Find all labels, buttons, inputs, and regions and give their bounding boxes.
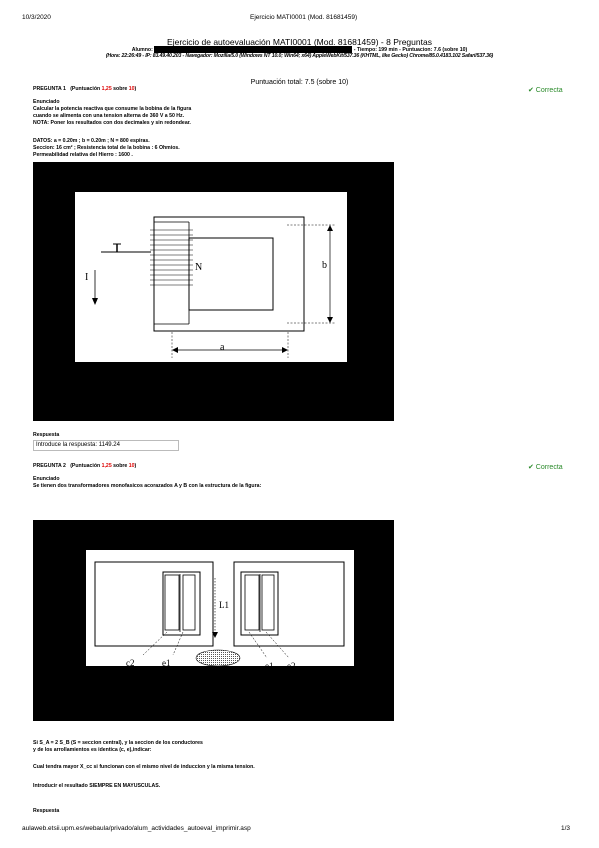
question-1-label: PREGUNTA 1: [33, 86, 66, 92]
turns-label: N: [195, 262, 202, 273]
session-meta: (Hora: 22:26:49 - IP: 83.49.40.203 - Nav…: [105, 53, 494, 59]
total-score: Puntuación total: 7.5 (sobre 10): [250, 79, 349, 86]
score-prefix: (Puntuación: [70, 463, 102, 469]
time-score: - Tiempo: 199 min - Puntuacion: 7.6 (sob…: [352, 46, 468, 53]
q1-answer-field[interactable]: Introduce la respuesta: 1149.24: [33, 440, 179, 451]
score-mid: sobre: [111, 463, 129, 469]
question-1-status: ✔ Correcta: [528, 87, 563, 94]
q2-respuesta-label: Respuesta: [33, 808, 60, 814]
score-suffix: ): [134, 463, 137, 469]
question-2-label: PREGUNTA 2: [33, 463, 66, 469]
q1-datos-line: DATOS: a = 0.20m ; b = 0.20m ; N = 800 e…: [33, 138, 150, 144]
q1-enunciado-line: NOTA: Poner los resultados con dos decim…: [33, 120, 191, 126]
q2-condition-line: Si S_A = 2 S_B (S = seccion central), y …: [33, 740, 203, 746]
q1-enunciado-line: cuando se alimenta con una tension alter…: [33, 113, 185, 119]
question-1-header: PREGUNTA 1 (Puntuación 1,25 sobre 10): [33, 86, 136, 93]
dimension-l1-label: L1: [219, 600, 229, 610]
score-mid: sobre: [111, 86, 129, 92]
q2-condition: Si S_A = 2 S_B (S = seccion central), y …: [33, 740, 203, 754]
label-c2-left: c2: [126, 658, 135, 668]
q2-enunciado-label: Enunciado: [33, 476, 60, 482]
dimension-a-label: a: [220, 342, 225, 353]
q1-datos: DATOS: a = 0.20m ; b = 0.20m ; N = 800 e…: [33, 138, 180, 159]
label-e1-left: e1: [162, 658, 171, 668]
print-header-title: Ejercicio MATI0001 (Mod. 81681459): [250, 14, 358, 21]
label-e2-right: e2: [287, 661, 296, 671]
print-date: 10/3/2020: [22, 14, 51, 21]
q2-transformers-figure: L1 c2 e1 S e1 e2: [33, 520, 394, 721]
q1-coil-figure: N I b a: [33, 162, 394, 421]
page-number: 1/3: [561, 825, 571, 832]
alumno-label: Alumno:: [131, 46, 155, 53]
current-label: I: [85, 272, 88, 283]
dimension-b-label: b: [322, 260, 327, 271]
question-2-score: 1,25: [101, 463, 112, 469]
question-1-score: 1,25: [101, 86, 112, 92]
q2-question: Cual tendra mayor X_cc si funcionan con …: [33, 764, 255, 770]
q1-enunciado-line: Calcular la potencia reactiva que consum…: [33, 106, 192, 112]
score-suffix: ): [134, 86, 137, 92]
q2-instruction: Introducir el resultado SIEMPRE EN MAYUS…: [33, 783, 161, 789]
q1-enunciado-label: Enunciado: [33, 99, 60, 105]
print-footer-url: aulaweb.etsii.upm.es/webaula/privado/alu…: [22, 825, 251, 832]
redacted-name: [154, 46, 353, 53]
q1-enunciado: Calcular la potencia reactiva que consum…: [33, 106, 191, 127]
question-2-status: ✔ Correcta: [528, 464, 563, 471]
q1-respuesta-label: Respuesta: [33, 432, 60, 438]
score-prefix: (Puntuación: [70, 86, 102, 92]
q2-enunciado: Se tienen dos transformadores monofasico…: [33, 483, 262, 489]
q1-datos-line: Seccion: 16 cm² ; Resistencia total de l…: [33, 145, 180, 151]
label-s: S: [201, 668, 206, 678]
label-e1-right: e1: [265, 661, 274, 671]
q1-answer-prompt: Introduce la respuesta:: [36, 442, 99, 448]
q1-datos-line: Permeabilidad relativa del Hierro : 1600…: [33, 152, 133, 158]
q2-condition-line: y de los arrollamientos es identica (c, …: [33, 747, 152, 753]
q1-answer-value: 1149.24: [98, 442, 120, 448]
question-2-header: PREGUNTA 2 (Puntuación 1,25 sobre 10): [33, 463, 136, 470]
